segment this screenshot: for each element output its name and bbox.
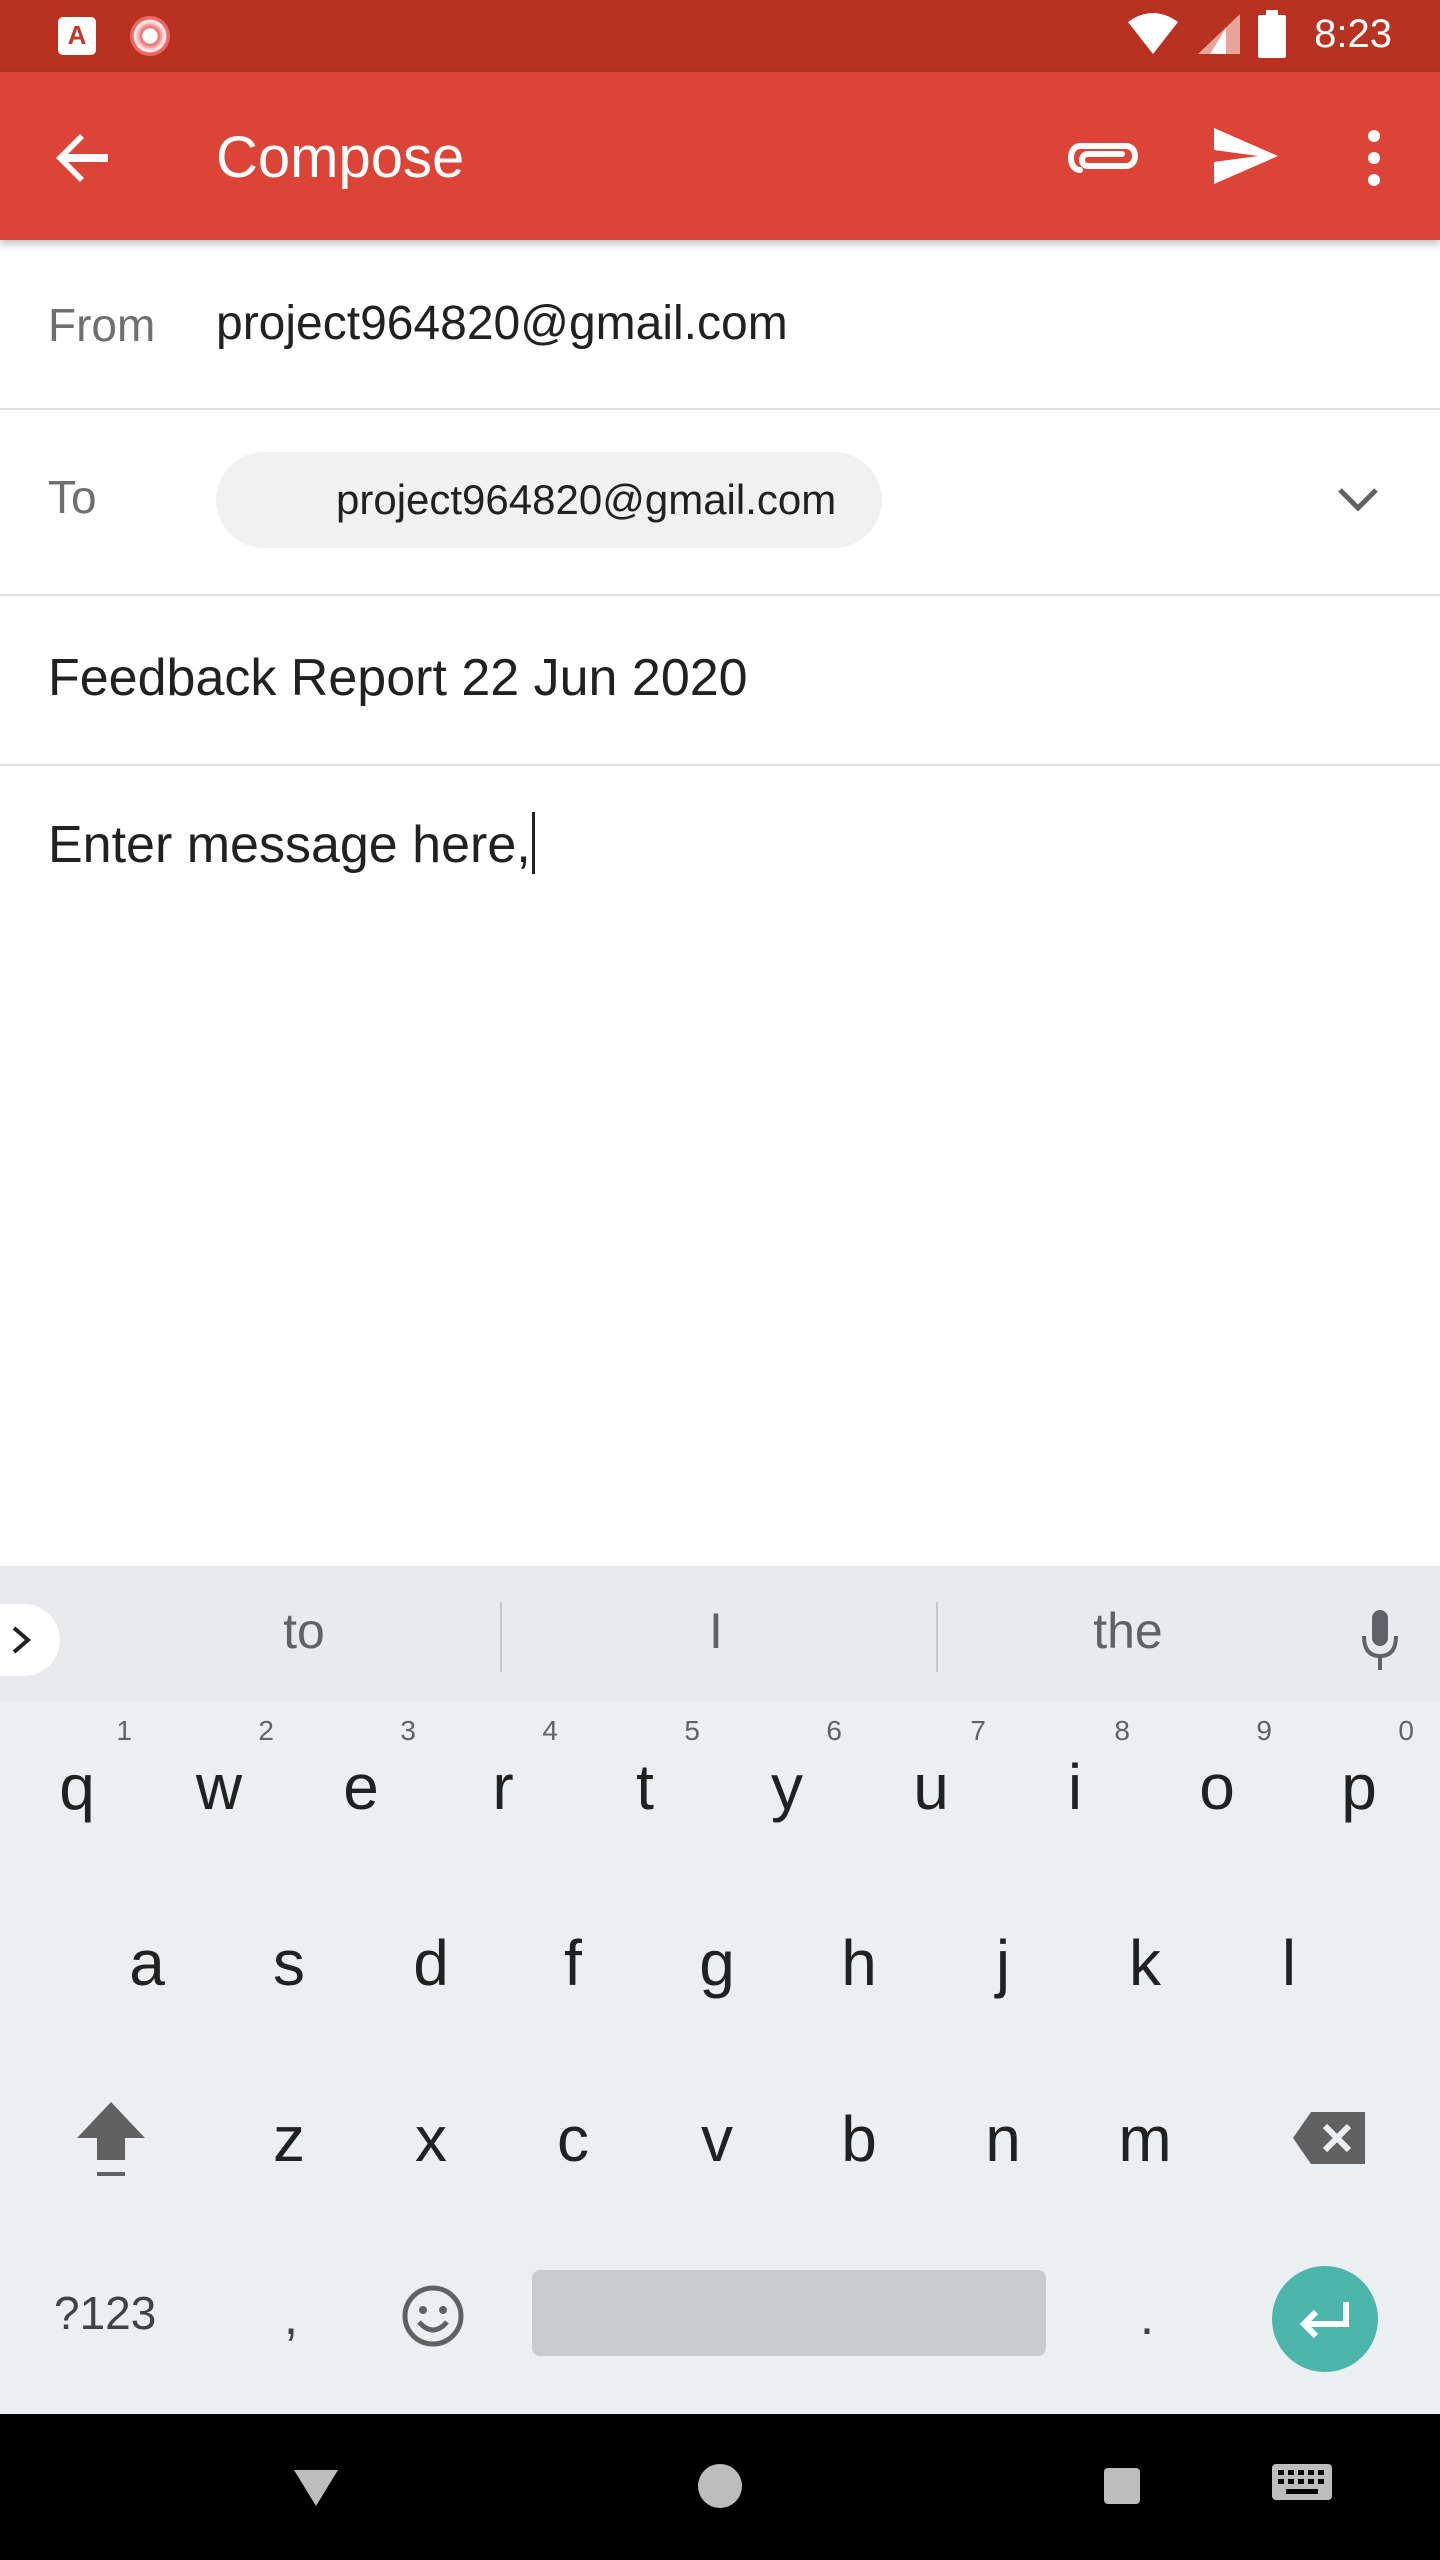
emoji-key[interactable] <box>368 2242 498 2392</box>
from-label: From <box>48 299 156 351</box>
key-e[interactable]: e3 <box>296 1712 426 1862</box>
nav-recents-icon[interactable] <box>1104 2468 1140 2504</box>
cell-signal-icon <box>1198 14 1241 54</box>
key-hint: 2 <box>258 1715 274 1746</box>
key-p[interactable]: p0 <box>1294 1712 1424 1862</box>
page-title: Compose <box>216 125 465 190</box>
enter-icon <box>1299 2302 1349 2339</box>
suggestion-1[interactable]: to <box>154 1602 454 1660</box>
app-bar: Compose <box>0 72 1440 240</box>
chevron-down-icon[interactable] <box>1330 472 1386 528</box>
key-hint: 0 <box>1398 1715 1414 1746</box>
keyboard-menu-toggle[interactable] <box>0 1604 60 1676</box>
key-x[interactable]: x <box>366 2064 496 2214</box>
key-o[interactable]: o9 <box>1152 1712 1282 1862</box>
recipient-address: project964820@gmail.com <box>336 476 837 523</box>
nav-home-icon[interactable] <box>698 2464 742 2508</box>
key-label: y <box>771 1751 803 1823</box>
suggestion-strip: to I the <box>0 1566 1440 1702</box>
key-n[interactable]: n <box>938 2064 1068 2214</box>
sync-notification-icon <box>130 16 170 56</box>
text-cursor <box>531 812 535 874</box>
key-hint: 5 <box>684 1715 700 1746</box>
key-k[interactable]: k <box>1080 1888 1210 2038</box>
key-m[interactable]: m <box>1080 2064 1210 2214</box>
key-label: t <box>636 1751 654 1823</box>
keyboard-switch-icon[interactable] <box>1270 2462 1334 2506</box>
key-i[interactable]: i8 <box>1010 1712 1140 1862</box>
wifi-icon <box>1128 13 1179 54</box>
key-c[interactable]: c <box>508 2064 638 2214</box>
suggestion-divider <box>500 1602 502 1672</box>
status-time: 8:23 <box>1314 11 1392 56</box>
key-g[interactable]: g <box>652 1888 782 2038</box>
key-z[interactable]: z <box>224 2064 354 2214</box>
key-label: p <box>1341 1751 1377 1823</box>
emoji-icon <box>402 2285 464 2347</box>
key-hint: 8 <box>1114 1715 1130 1746</box>
send-icon[interactable] <box>1210 120 1282 192</box>
key-hint: 9 <box>1256 1715 1272 1746</box>
key-hint: 7 <box>970 1715 986 1746</box>
key-w[interactable]: w2 <box>154 1712 284 1862</box>
back-arrow-icon[interactable] <box>52 126 116 190</box>
key-hint: 1 <box>116 1715 132 1746</box>
key-a[interactable]: a <box>82 1888 212 2038</box>
app-notification-icon: A <box>58 17 96 55</box>
key-d[interactable]: d <box>366 1888 496 2038</box>
nav-back-icon[interactable] <box>290 2466 342 2510</box>
symbols-key[interactable]: ?123 <box>54 2286 156 2340</box>
key-y[interactable]: y6 <box>722 1712 852 1862</box>
shift-key[interactable] <box>46 2064 176 2214</box>
key-s[interactable]: s <box>224 1888 354 2038</box>
enter-key[interactable] <box>1272 2266 1378 2372</box>
space-key[interactable] <box>532 2270 1046 2356</box>
key-label: w <box>195 1751 243 1823</box>
key-b[interactable]: b <box>794 2064 924 2214</box>
to-row: To project964820@gmail.com <box>0 410 1440 596</box>
key-label: e <box>343 1751 379 1823</box>
shift-icon <box>77 2102 145 2176</box>
message-body-field[interactable]: Enter message here, <box>48 812 535 875</box>
key-label: i <box>1067 1751 1083 1823</box>
recipient-chip[interactable]: project964820@gmail.com <box>216 452 882 548</box>
key-hint: 4 <box>542 1715 558 1746</box>
system-nav-bar <box>0 2414 1440 2560</box>
key-t[interactable]: t5 <box>580 1712 710 1862</box>
battery-icon <box>1258 10 1287 58</box>
key-label: r <box>492 1751 514 1823</box>
status-bar: A 8:23 <box>0 0 1440 72</box>
key-r[interactable]: r4 <box>438 1712 568 1862</box>
chevron-right-icon <box>12 1626 32 1654</box>
suggestion-divider <box>936 1602 938 1672</box>
microphone-icon[interactable] <box>1350 1606 1410 1676</box>
key-hint: 3 <box>400 1715 416 1746</box>
from-row: From project964820@gmail.com <box>0 240 1440 410</box>
backspace-key[interactable] <box>1264 2064 1394 2214</box>
key-j[interactable]: j <box>938 1888 1068 2038</box>
key-label: q <box>59 1751 95 1823</box>
from-account[interactable]: project964820@gmail.com <box>216 296 788 351</box>
key-hint: 6 <box>826 1715 842 1746</box>
message-body-text: Enter message here, <box>48 816 531 874</box>
key-label: u <box>913 1751 949 1823</box>
key-v[interactable]: v <box>652 2064 782 2214</box>
period-key[interactable]: . <box>1082 2242 1212 2392</box>
key-l[interactable]: l <box>1224 1888 1354 2038</box>
attach-icon[interactable] <box>1064 126 1144 190</box>
key-q[interactable]: q1 <box>12 1712 142 1862</box>
suggestion-3[interactable]: the <box>978 1602 1278 1660</box>
key-u[interactable]: u7 <box>866 1712 996 1862</box>
more-options-icon[interactable] <box>1350 122 1398 194</box>
key-f[interactable]: f <box>508 1888 638 2038</box>
key-label: o <box>1199 1751 1235 1823</box>
key-h[interactable]: h <box>794 1888 924 2038</box>
suggestion-2[interactable]: I <box>566 1602 866 1660</box>
comma-key[interactable]: , <box>226 2242 356 2392</box>
backspace-icon <box>1293 2112 1365 2164</box>
subject-row: Feedback Report 22 Jun 2020 <box>0 596 1440 766</box>
soft-keyboard: to I the q1 w2 e3 r4 t5 y6 u7 i8 o9 p0 a… <box>0 1566 1440 2414</box>
subject-field[interactable]: Feedback Report 22 Jun 2020 <box>48 648 748 708</box>
to-label: To <box>48 471 97 523</box>
